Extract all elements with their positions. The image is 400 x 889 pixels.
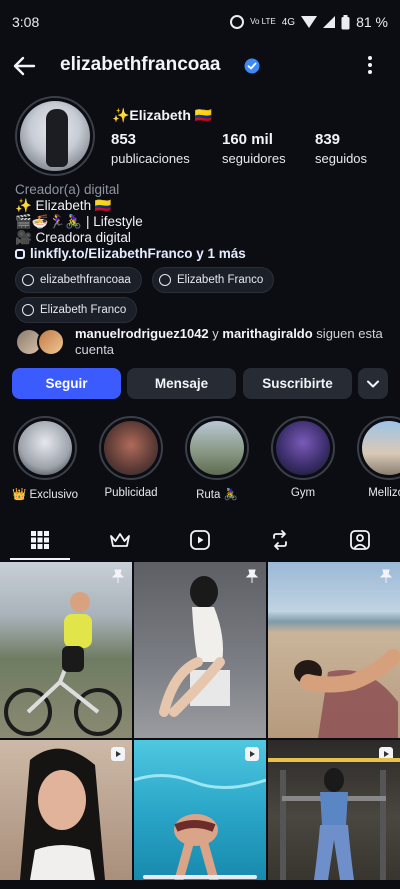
followed-by-text: manuelrodriguez1042 y marithagiraldo sig… — [75, 326, 383, 357]
subscribe-button[interactable]: Suscribirte — [243, 368, 352, 399]
tagged-icon — [350, 530, 370, 550]
chip-label: Elizabeth Franco — [40, 304, 127, 316]
reels-icon — [190, 530, 210, 550]
follower-name-2: marithagiraldo — [222, 326, 313, 341]
post-thumbnail[interactable] — [268, 740, 400, 880]
chevron-down-icon — [367, 380, 379, 387]
seated-figure — [159, 576, 230, 717]
grid-icon — [31, 531, 49, 549]
beach-figure — [294, 649, 400, 738]
crown-icon — [110, 533, 130, 547]
highlight-publicidad[interactable]: Publicidad — [96, 416, 166, 499]
wifi-icon — [301, 16, 318, 28]
link-icon — [15, 249, 25, 259]
highlight-gym[interactable]: Gym — [268, 416, 338, 499]
chip-label: Elizabeth Franco — [177, 274, 264, 286]
bio-category: Creador(a) digital — [15, 182, 120, 197]
post-thumbnail[interactable] — [134, 740, 266, 880]
stat-following-count: 839 — [315, 131, 341, 148]
reposts-icon — [273, 530, 287, 550]
follower-name-1: manuelrodriguez1042 — [75, 326, 209, 341]
profile-avatar[interactable] — [15, 96, 95, 176]
stat-posts[interactable]: 853 publicaciones — [111, 131, 190, 166]
chip-facebook-1[interactable]: Elizabeth Franco — [152, 267, 275, 293]
message-button[interactable]: Mensaje — [127, 368, 236, 399]
post-thumbnail[interactable] — [134, 562, 266, 738]
profile-username: elizabethfrancoaa — [60, 54, 221, 75]
portrait-figure — [20, 748, 105, 880]
highlight-exclusivo[interactable]: 👑 Exclusivo — [10, 416, 80, 501]
swimming-figure — [134, 774, 266, 880]
tab-tagged[interactable] — [320, 520, 400, 560]
highlight-label: 👑 Exclusivo — [11, 489, 79, 501]
highlight-mellizos[interactable]: Mellizos — [354, 416, 400, 499]
avatar-image — [20, 101, 90, 171]
volte-icon: Vo LTE — [250, 17, 276, 26]
tab-reposts[interactable] — [240, 520, 320, 560]
bio-link-text: linkfly.to/ElizabethFranco y 1 más — [30, 246, 246, 261]
follower-avatar — [37, 328, 65, 356]
stat-posts-count: 853 — [111, 131, 137, 148]
status-bar: 3:08 Vo LTE 4G 81 % — [0, 0, 400, 44]
network-type-label: 4G — [281, 16, 296, 28]
profile-tabs — [0, 520, 400, 560]
profile-bio: Creador(a) digital ✨ Elizabeth 🇨🇴 🎬🍜🏃‍♀️… — [15, 182, 385, 262]
verified-badge-icon — [244, 58, 260, 74]
stat-following[interactable]: 839 seguidos — [315, 131, 367, 166]
highlight-label: Ruta 🚴‍♀️ — [196, 489, 238, 501]
status-time: 3:08 — [12, 14, 40, 30]
threads-icon — [22, 274, 34, 286]
cell-signal-icon — [323, 16, 336, 28]
status-icons: Vo LTE 4G 81 % — [230, 14, 388, 30]
facebook-icon — [159, 274, 171, 286]
stat-posts-label: publicaciones — [111, 151, 190, 166]
gym-figure — [268, 758, 400, 880]
tab-exclusive[interactable] — [80, 520, 160, 560]
battery-icon — [341, 14, 350, 29]
stat-followers[interactable]: 160 mil seguidores — [222, 131, 286, 166]
post-thumbnail[interactable] — [0, 740, 132, 880]
more-vertical-icon[interactable] — [360, 53, 380, 77]
bio-line-1: ✨ Elizabeth 🇨🇴 — [15, 198, 112, 213]
chip-label: elizabethfrancoaa — [40, 274, 131, 286]
alarm-icon — [230, 15, 245, 29]
display-name: ✨Elizabeth 🇨🇴 — [112, 107, 213, 123]
highlight-cover — [18, 421, 72, 475]
battery-percent: 81 % — [356, 14, 388, 30]
highlight-label: Mellizos — [368, 487, 400, 499]
facebook-icon — [22, 304, 34, 316]
bio-link[interactable]: linkfly.to/ElizabethFranco y 1 más — [15, 246, 385, 262]
chip-facebook-2[interactable]: Elizabeth Franco — [15, 297, 138, 323]
post-thumbnail[interactable] — [0, 562, 132, 738]
stat-followers-label: seguidores — [222, 151, 286, 166]
stat-followers-count: 160 mil — [222, 131, 273, 148]
bio-line-3: 🎥 Creadora digital — [15, 230, 131, 245]
stat-following-label: seguidos — [315, 151, 368, 166]
highlight-cover — [190, 421, 244, 475]
post-thumbnail[interactable] — [268, 562, 400, 738]
profile-header-bar: elizabethfrancoaa — [0, 44, 400, 88]
cyclist-figure — [4, 592, 122, 736]
suggested-accounts-button[interactable] — [358, 368, 388, 399]
home-gesture-bar[interactable] — [143, 875, 257, 879]
highlight-label: Publicidad — [104, 487, 158, 499]
highlight-cover — [276, 421, 330, 475]
back-arrow-icon[interactable] — [8, 50, 40, 82]
follow-button[interactable]: Seguir — [12, 368, 121, 399]
highlight-ruta[interactable]: Ruta 🚴‍♀️ — [182, 416, 252, 501]
followed-by-row[interactable]: manuelrodriguez1042 y marithagiraldo sig… — [15, 326, 385, 360]
tab-grid[interactable] — [0, 520, 80, 560]
bio-line-2: 🎬🍜🏃‍♀️🚴‍♀️ | Lifestyle — [15, 214, 143, 229]
highlight-cover — [362, 421, 400, 475]
highlight-cover — [104, 421, 158, 475]
chip-threads[interactable]: elizabethfrancoaa — [15, 267, 142, 293]
highlight-label: Gym — [290, 487, 316, 499]
tab-reels[interactable] — [160, 520, 240, 560]
